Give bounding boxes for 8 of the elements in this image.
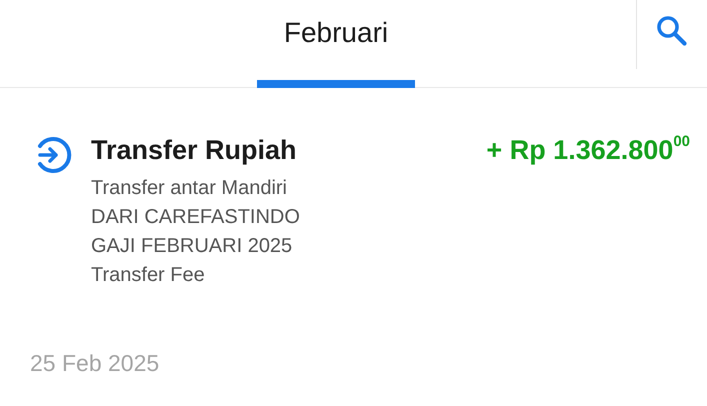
transaction-detail: Transfer antar Mandiri	[91, 176, 287, 201]
month-tab[interactable]: Februari	[257, 0, 415, 88]
transaction-amount: + Rp 1.362.800$^{00}$	[486, 132, 690, 167]
transaction-detail: Transfer Fee	[91, 263, 205, 288]
transaction-detail: DARI CAREFASTINDO	[91, 205, 300, 230]
transaction-title: Transfer Rupiah	[91, 134, 297, 167]
transaction-detail: GAJI FEBRUARI 2025	[91, 234, 292, 259]
transaction-date: 25 Feb 2025	[30, 350, 160, 376]
